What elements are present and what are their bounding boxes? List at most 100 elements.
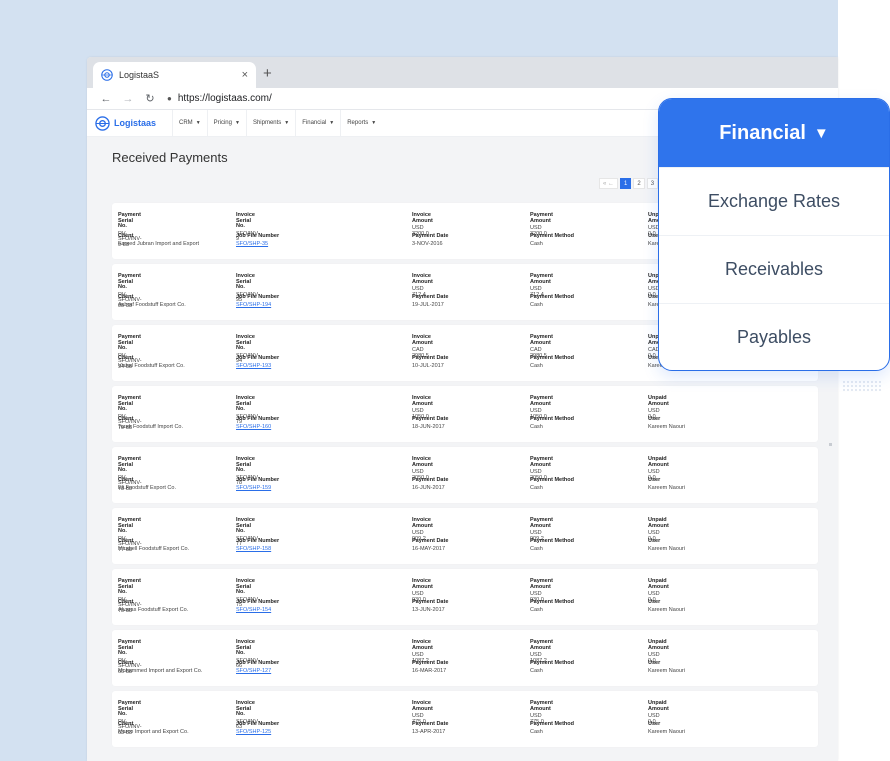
forward-icon[interactable]: → xyxy=(117,93,139,105)
field-label: Payment Date xyxy=(412,538,449,544)
payment-card[interactable]: Payment Serial No. RV-SFO/INV-63-88 Client… xyxy=(112,691,818,747)
job-file-link[interactable]: SFO/SHP-35 xyxy=(236,241,279,248)
app-logo[interactable]: Logistaas xyxy=(95,115,156,131)
payment-field: Payment Method Cash xyxy=(530,294,574,308)
menu-label: Shipments xyxy=(252,120,282,126)
field-label: Job File Number xyxy=(236,355,280,361)
job-file-link[interactable]: SFO/SHP-158 xyxy=(236,546,279,553)
scrollbar-handle[interactable] xyxy=(829,443,832,446)
payment-card[interactable]: Payment Serial No. RV-SFO/INV-75-88 Client… xyxy=(112,569,818,625)
field-label: Payment Date xyxy=(412,416,449,422)
job-file-link[interactable]: SFO/SHP-159 xyxy=(236,485,279,492)
field-value: Mirabell Foodstuff Export Co. xyxy=(118,545,190,552)
payment-card[interactable]: Payment Serial No. RV-SFO/INV-79-88 Client… xyxy=(112,386,818,442)
payment-card[interactable]: Payment Serial No. RV-SFO/INV-66-88 Client… xyxy=(112,630,818,686)
payment-field: Payment Date 16-MAY-2017 xyxy=(412,538,449,552)
pagination-page-2[interactable]: 2 xyxy=(633,178,645,189)
field-value: Tarek Foodstuff Import Co. xyxy=(118,423,184,430)
job-file-link[interactable]: SFO/SHP-194 xyxy=(236,302,279,309)
field-value: 16-MAY-2017 xyxy=(412,545,446,552)
field-label: Payment Serial No. xyxy=(118,212,141,229)
field-value: Cash xyxy=(530,423,543,430)
payment-field: Payment Date 13-JUN-2017 xyxy=(412,599,448,613)
menu-pricing[interactable]: Pricing ▼ xyxy=(206,109,246,137)
field-value: Cash xyxy=(530,728,543,735)
field-label: Job File Number xyxy=(236,660,280,666)
field-label: Client xyxy=(118,477,134,483)
payment-card[interactable]: Payment Serial No. RV-SFO/INV-78-88 Client… xyxy=(112,447,818,503)
job-file-link[interactable]: SFO/SHP-160 xyxy=(236,424,279,431)
pagination-prev[interactable]: « ← xyxy=(599,178,619,189)
chevron-down-icon: ▼ xyxy=(195,120,201,126)
pagination-page-1[interactable]: 1 xyxy=(620,178,632,189)
job-file-link[interactable]: SFO/SHP-193 xyxy=(236,363,279,370)
dropdown-item-receivables[interactable]: Receivables xyxy=(659,235,889,303)
payment-field: Payment Date 16-JUN-2017 xyxy=(412,477,448,491)
menu-label: Pricing xyxy=(213,120,232,126)
payment-field: UserKareem Naouri xyxy=(648,721,685,735)
payment-card[interactable]: Payment Serial No. RV-SFO/INV-77-88 Client… xyxy=(112,508,818,564)
field-label: Payment Amount xyxy=(530,639,553,651)
payment-field: Job File Number SFO/SHP-193 xyxy=(236,355,280,370)
field-value: 16-JUN-2017 xyxy=(412,484,445,491)
financial-dropdown: Financial ▼ Exchange Rates Receivables P… xyxy=(658,98,890,371)
field-label: Invoice Serial No. xyxy=(236,456,255,473)
job-file-link[interactable]: SFO/SHP-127 xyxy=(236,668,279,675)
field-label: Unpaid Amount xyxy=(648,395,669,407)
payment-field: Payment Date 13-APR-2017 xyxy=(412,721,448,735)
menu-shipments[interactable]: Shipments ▼ xyxy=(245,109,295,137)
field-label: Payment Amount xyxy=(530,334,553,346)
payment-field: Payment Method Cash xyxy=(530,538,574,552)
field-label: Job File Number xyxy=(236,294,280,300)
field-label: Payment Serial No. xyxy=(118,517,141,534)
field-label: Client xyxy=(118,355,134,361)
field-label: Payment Date xyxy=(412,294,449,300)
job-file-link[interactable]: SFO/SHP-125 xyxy=(236,729,279,736)
url-field[interactable]: https://logistaas.com/ xyxy=(178,93,272,104)
field-label: Client xyxy=(118,233,134,239)
payment-field: Client Mirabell Foodstuff Export Co. xyxy=(118,538,190,552)
chevron-down-icon: ▼ xyxy=(371,120,377,126)
payment-field: Payment Method Cash xyxy=(530,477,574,491)
caret-down-icon: ▼ xyxy=(813,124,829,142)
job-file-link[interactable]: SFO/SHP-154 xyxy=(236,607,279,614)
back-icon[interactable]: ← xyxy=(95,93,117,105)
financial-dropdown-header[interactable]: Financial ▼ xyxy=(659,99,889,167)
field-value: Mohammed Import and Export Co. xyxy=(118,667,203,674)
field-label: User xyxy=(648,660,661,666)
payment-field: Client Alvaras Foodstuff Export Co. xyxy=(118,599,188,613)
field-label: Payment Serial No. xyxy=(118,395,141,412)
field-label: Unpaid Amount xyxy=(648,639,669,651)
payment-field: Job File Number SFO/SHP-35 xyxy=(236,233,279,248)
tab-close-icon[interactable]: × xyxy=(242,69,248,81)
browser-tab[interactable]: LogistaaS × xyxy=(93,62,256,88)
menu-reports[interactable]: Reports ▼ xyxy=(340,109,382,137)
logistaas-favicon-icon xyxy=(101,69,113,81)
payment-field: Client Ashraf Foodstuff Export Co. xyxy=(118,294,186,308)
new-tab-icon[interactable]: + xyxy=(263,65,272,82)
field-label: Payment Method xyxy=(530,599,575,605)
menu-crm[interactable]: CRM ▼ xyxy=(172,109,207,137)
payment-field: Job File Number SFO/SHP-125 xyxy=(236,721,279,736)
field-value: Cash xyxy=(530,240,543,247)
field-value: 16-MAR-2017 xyxy=(412,667,447,674)
field-label: Payment Serial No. xyxy=(118,273,141,290)
field-label: Client xyxy=(118,294,134,300)
dropdown-item-payables[interactable]: Payables xyxy=(659,303,889,370)
field-label: User xyxy=(648,538,661,544)
financial-dropdown-title: Financial xyxy=(719,121,806,144)
field-label: Invoice Amount xyxy=(412,639,433,651)
field-value: 19-JUL-2017 xyxy=(412,301,444,308)
payment-field: Payment Date 19-JUL-2017 xyxy=(412,294,449,308)
chevron-down-icon: ▼ xyxy=(329,120,335,126)
menu-financial[interactable]: Financial ▼ xyxy=(295,109,340,137)
pagination-page-3[interactable]: 3 xyxy=(646,178,659,189)
reload-icon[interactable]: ↻ xyxy=(139,92,161,105)
menu-label: Reports xyxy=(347,120,369,126)
dropdown-item-exchange-rates[interactable]: Exchange Rates xyxy=(659,167,889,235)
field-label: Client xyxy=(118,538,134,544)
field-label: Unpaid Amount xyxy=(648,578,669,590)
field-value: Kareem Naouri xyxy=(648,423,685,430)
chevron-down-icon: ▼ xyxy=(284,120,290,126)
field-label: Job File Number xyxy=(236,416,280,422)
